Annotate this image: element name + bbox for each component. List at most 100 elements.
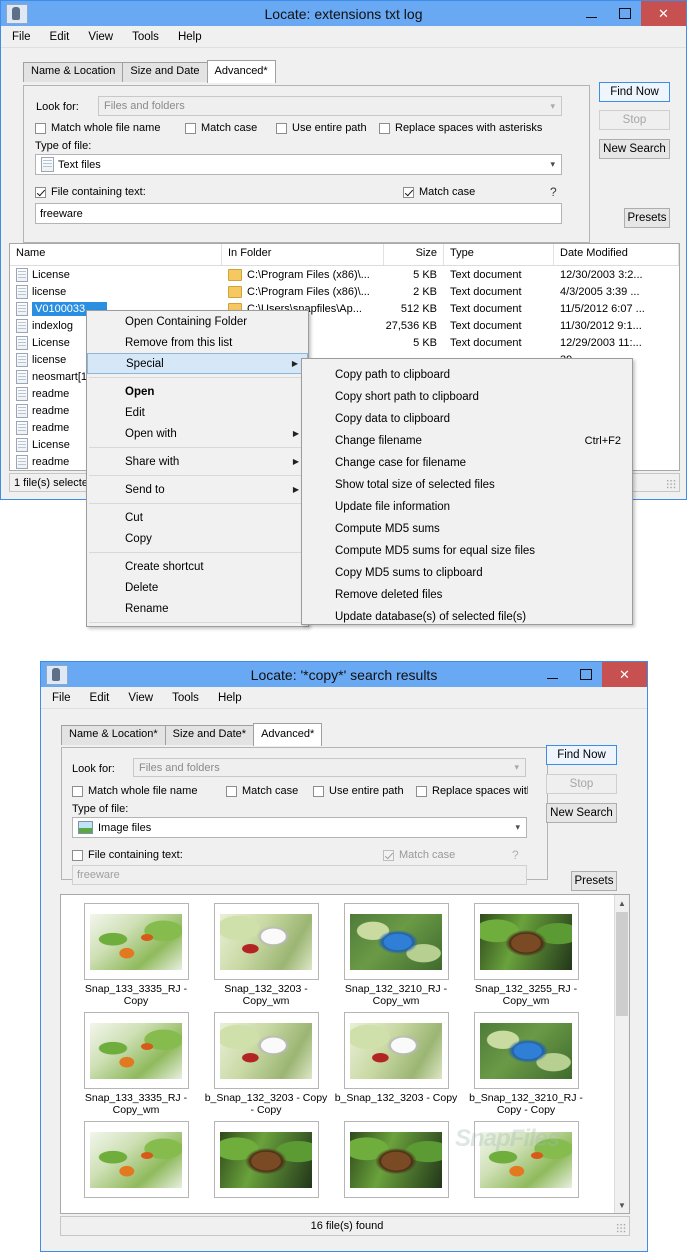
menu-item-remove-from-this-list[interactable]: Remove from this list [87,332,308,353]
submenu-item-update-file-information[interactable]: Update file information [302,496,632,518]
thumbnail-item[interactable]: b_Snap_132_3203 - Copy [331,1012,461,1116]
thumbnail-item[interactable] [201,1121,331,1201]
submenu-item-label: Copy MD5 sums to clipboard [335,567,483,579]
presets-button[interactable]: Presets [624,208,670,228]
resize-grip[interactable] [616,1223,626,1233]
column-date-modified[interactable]: Date Modified [554,244,679,265]
menu-edit[interactable]: Edit [90,692,110,704]
submenu-item-copy-md5-sums-to-clipboard[interactable]: Copy MD5 sums to clipboard [302,562,632,584]
check-file-containing-text[interactable]: File containing text: [35,186,146,198]
look-for-combo[interactable]: Files and folders ▾ [98,96,562,116]
submenu-item-compute-md5-sums-for-equal-size-files[interactable]: Compute MD5 sums for equal size files [302,540,632,562]
tab-size-date[interactable]: Size and Date [122,62,208,82]
find-now-button[interactable]: Find Now [546,745,617,765]
submenu-item-compute-md5-sums[interactable]: Compute MD5 sums [302,518,632,540]
submenu-item-change-case-for-filename[interactable]: Change case for filename [302,452,632,474]
menu-item-special[interactable]: Special ▶ [87,353,308,374]
tab-name-location[interactable]: Name & Location [23,62,124,82]
table-row[interactable]: license C:\Program Files (x86)\... 2 KB Tex… [10,283,679,300]
thumbnail-item[interactable]: Snap_133_3335_RJ - Copy [71,903,201,1007]
submenu-item-show-total-size-of-selected-files[interactable]: Show total size of selected files [302,474,632,496]
menu-item-send-to[interactable]: Send to ▶ [87,479,308,500]
thumbnail-item[interactable] [331,1121,461,1201]
presets-button[interactable]: Presets [571,871,617,891]
check-use-entire-path[interactable]: Use entire path [313,785,404,797]
menu-file[interactable]: File [12,31,31,43]
special-submenu[interactable]: Copy path to clipboard Copy short path to… [301,358,633,625]
check-match-case[interactable]: Match case [226,785,298,797]
menu-view[interactable]: View [128,692,153,704]
scrollbar-thumb[interactable] [616,912,628,1016]
type-of-file-combo[interactable]: Image files ▾ [72,817,527,838]
check-match-case[interactable]: Match case [185,122,257,134]
menu-item-rename[interactable]: Rename [87,598,308,619]
menu-item-open-containing-folder[interactable]: Open Containing Folder [87,311,308,332]
help-icon[interactable]: ? [550,185,557,199]
menu-item-open-with[interactable]: Open with ▶ [87,423,308,444]
check-use-entire-path[interactable]: Use entire path [276,122,367,134]
menu-view[interactable]: View [88,31,113,43]
type-of-file-combo[interactable]: Text files ▾ [35,154,562,175]
text-file-icon [16,369,28,384]
submenu-item-update-database-s-of-selected-file-s[interactable]: Update database(s) of selected file(s) [302,606,632,628]
scroll-down-arrow[interactable]: ▼ [615,1197,629,1213]
thumbnail-frame [473,903,579,980]
context-menu[interactable]: Open Containing Folder Remove from this l… [86,310,309,627]
scroll-up-arrow[interactable]: ▲ [615,895,629,911]
thumbnail-item[interactable]: Snap_132_3255_RJ - Copy_wm [461,903,591,1007]
thumbnail-item[interactable]: Snap_132_3203 - Copy_wm [201,903,331,1007]
menu-item-share-with[interactable]: Share with ▶ [87,451,308,472]
help-icon[interactable]: ? [512,848,519,862]
thumbnail-item[interactable]: Snap_133_3335_RJ - Copy_wm [71,1012,201,1116]
menu-edit[interactable]: Edit [50,31,70,43]
check-replace-spaces-with-asterisks[interactable]: Replace spaces with [416,785,528,797]
menu-item-edit[interactable]: Edit [87,402,308,423]
check-match-whole-file-name[interactable]: Match whole file name [72,785,197,797]
thumbnail-results-pane[interactable]: Snap_133_3335_RJ - Copy Snap_132_3203 - C… [60,894,630,1214]
thumbnail-item[interactable] [71,1121,201,1201]
new-search-button[interactable]: New Search [599,139,670,159]
menu-file[interactable]: File [52,692,71,704]
column-name[interactable]: Name [10,244,222,265]
submenu-item-copy-short-path-to-clipboard[interactable]: Copy short path to clipboard [302,386,632,408]
thumbnail-item[interactable] [461,1121,591,1201]
check-replace-spaces-with-asterisks[interactable]: Replace spaces with asterisks [379,122,542,134]
thumbnail-scrollbar[interactable]: ▲ ▼ [614,895,629,1213]
find-now-button[interactable]: Find Now [599,82,670,102]
check-label: Match case [399,849,456,861]
tab-size-date[interactable]: Size and Date* [164,725,255,745]
column-in-folder[interactable]: In Folder [222,244,384,265]
tab-name-location[interactable]: Name & Location* [61,725,166,745]
window1-titlebar[interactable]: Locate: extensions txt log ✕ [1,1,686,26]
submenu-item-label: Update database(s) of selected file(s) [335,611,527,623]
thumbnail-item[interactable]: b_Snap_132_3210_RJ - Copy - Copy [461,1012,591,1116]
submenu-item-change-filename[interactable]: Change filename Ctrl+F2 [302,430,632,452]
new-search-button[interactable]: New Search [546,803,617,823]
menu-item-create-shortcut[interactable]: Create shortcut [87,556,308,577]
thumbnail-item[interactable]: Snap_132_3210_RJ - Copy_wm [331,903,461,1007]
resize-grip[interactable] [666,479,676,489]
submenu-item-remove-deleted-files[interactable]: Remove deleted files [302,584,632,606]
menu-tools[interactable]: Tools [132,31,159,43]
menu-item-delete[interactable]: Delete [87,577,308,598]
tab-advanced[interactable]: Advanced* [206,60,276,83]
check-match-case-content[interactable]: Match case [403,186,475,198]
menu-help[interactable]: Help [178,31,202,43]
menu-tools[interactable]: Tools [172,692,199,704]
submenu-item-copy-path-to-clipboard[interactable]: Copy path to clipboard [302,364,632,386]
thumbnail-item[interactable]: b_Snap_132_3203 - Copy - Copy [201,1012,331,1116]
search-text-input[interactable]: freeware [35,203,562,224]
menu-item-open[interactable]: Open [87,381,308,402]
menu-help[interactable]: Help [218,692,242,704]
menu-item-copy[interactable]: Copy [87,528,308,549]
table-row[interactable]: License C:\Program Files (x86)\... 5 KB Tex… [10,266,679,283]
check-file-containing-text[interactable]: File containing text: [72,849,183,861]
submenu-item-copy-data-to-clipboard[interactable]: Copy data to clipboard [302,408,632,430]
tab-advanced[interactable]: Advanced* [253,723,323,746]
menu-item-cut[interactable]: Cut [87,507,308,528]
column-size[interactable]: Size [384,244,444,265]
window2-titlebar[interactable]: Locate: '*copy*' search results ✕ [41,662,647,687]
look-for-combo[interactable]: Files and folders ▾ [133,758,526,777]
column-type[interactable]: Type [444,244,554,265]
check-match-whole-file-name[interactable]: Match whole file name [35,122,160,134]
